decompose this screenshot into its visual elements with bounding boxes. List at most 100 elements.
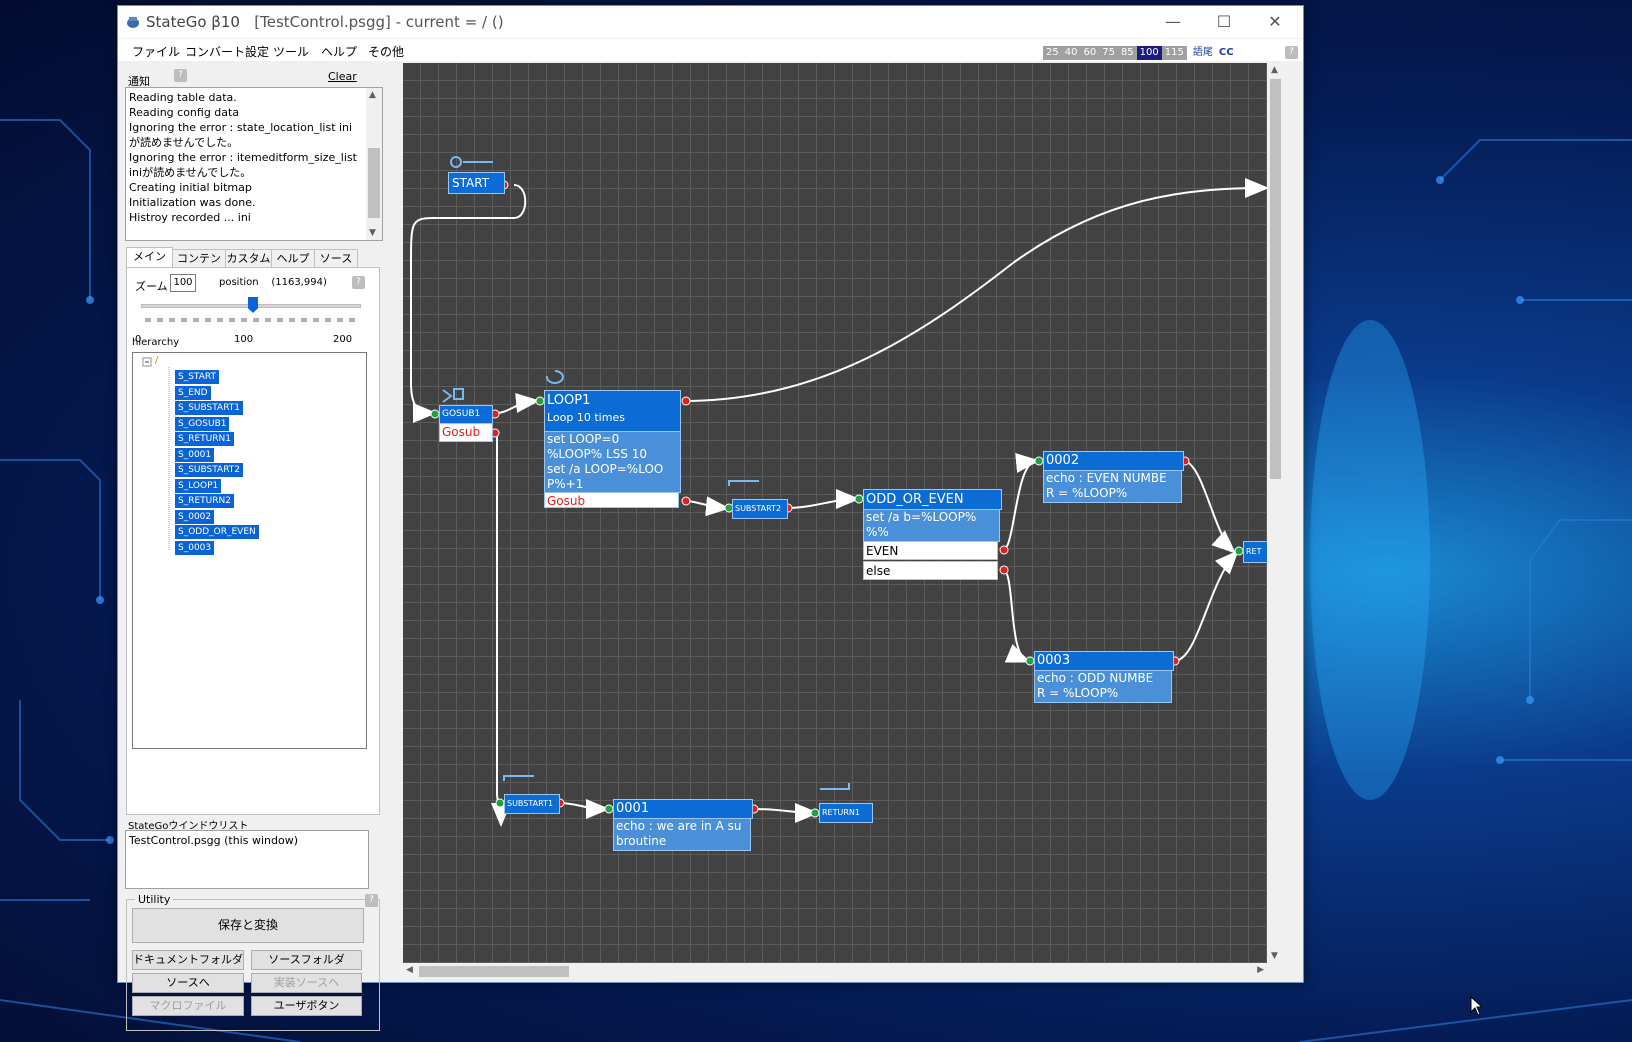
node-gosub1[interactable]: GOSUB1 [439,405,493,424]
zoom-preset-115[interactable]: 115 [1161,46,1187,60]
tree-item[interactable]: S_GOSUB1 [175,416,230,431]
menu-file[interactable]: ファイル [132,43,180,60]
node-odd-or-even[interactable]: ODD_OR_EVEN [863,489,1002,510]
canvas-scroll-up-icon[interactable]: ▲ [1271,65,1278,75]
canvas-scroll-down-icon[interactable]: ▼ [1271,951,1278,961]
canvas-scroll-right-icon[interactable]: ▶ [1257,965,1264,975]
port-0002-in[interactable] [1034,456,1044,466]
zoom-preset-40[interactable]: 40 [1061,46,1081,60]
node-substart1[interactable]: SUBSTART1 [504,794,560,814]
tab-help[interactable]: ヘルプ [271,249,315,268]
zoom-help-icon[interactable]: ? [352,276,365,289]
tab-contents[interactable]: コンテンツ [172,249,226,283]
node-odd-or-even-even[interactable]: EVEN [863,541,998,560]
port-return2-in[interactable] [1234,546,1244,556]
port-else-out[interactable] [999,565,1009,575]
help-icon[interactable]: ? [1285,46,1298,59]
main-window: StateGo β10 [TestControl.psgg] - current… [117,5,1304,1031]
tree-item[interactable]: S_START [175,370,219,384]
zoom-preset-60[interactable]: 60 [1080,46,1100,60]
menu-help[interactable]: ヘルプ [321,43,357,60]
canvas-hscroll-thumb[interactable] [419,966,569,977]
tab-custom[interactable]: カスタム [225,249,272,268]
tree-item[interactable]: S_RETURN2 [175,494,234,508]
slider-thumb[interactable] [248,297,258,313]
node-0001[interactable]: 0001 [613,799,753,819]
tree-item[interactable]: S_END [175,385,211,400]
scroll-down-icon[interactable]: ▼ [369,228,376,238]
zoom-preset-25[interactable]: 25 [1043,46,1062,60]
port-loop1-out[interactable] [681,396,691,406]
node-0002[interactable]: 0002 [1043,451,1184,471]
tree-item[interactable]: S_RETURN1 [175,432,234,446]
notice-help-icon[interactable]: ? [174,69,187,82]
menu-tools[interactable]: ツール [273,43,309,60]
macro-file-button[interactable]: マクロファイル [132,996,244,1016]
tree-item[interactable]: S_0003 [175,540,215,555]
menu-other[interactable]: その他 [368,43,404,60]
tree-root[interactable]: / [155,355,158,366]
node-loop1-branch[interactable]: Gosub [544,492,679,508]
document-folder-button[interactable]: ドキュメントフォルダ [132,950,244,970]
notice-log[interactable]: Reading table data. Reading config data … [125,87,383,241]
port-loop1-branch[interactable] [681,496,691,506]
port-return1-in[interactable] [810,808,820,818]
tree-item[interactable]: S_LOOP1 [175,478,222,493]
cc-toggle[interactable]: CC [1219,46,1234,60]
utility-label: Utility [135,893,174,906]
port-even-out[interactable] [999,545,1009,555]
port-substart1-in[interactable] [495,798,505,808]
canvas-vertical-scrollbar[interactable]: ▲ ▼ [1267,63,1284,963]
node-0003[interactable]: 0003 [1034,651,1174,671]
save-convert-button[interactable]: 保存と変換 [132,908,364,943]
zoom-input[interactable]: 100 [170,274,196,292]
return1-icon [820,783,850,790]
title-bar[interactable]: StateGo β10 [TestControl.psgg] - current… [118,6,1303,38]
zoom-preset-85[interactable]: 85 [1117,46,1137,60]
notice-scroll-thumb[interactable] [368,148,380,218]
zoom-preset-100[interactable]: 100 [1136,46,1162,60]
menu-convert-settings[interactable]: コンバート設定 [185,43,269,60]
port-gosub1-in[interactable] [430,409,440,419]
node-substart2[interactable]: SUBSTART2 [732,499,788,519]
user-button[interactable]: ユーザボタン [251,996,362,1016]
tree-item[interactable]: S_SUBSTART2 [175,463,244,477]
tree-item[interactable]: S_0001 [175,447,215,462]
canvas-scroll-left-icon[interactable]: ◀ [406,965,413,975]
port-oddeven-in[interactable] [854,494,864,504]
to-source-button[interactable]: ソースへ [132,973,244,993]
port-0003-in[interactable] [1025,656,1035,666]
state-canvas[interactable]: START GOSUB1 Gosub LOOP1 Loop 10 times s… [403,63,1267,963]
port-0001-in[interactable] [604,804,614,814]
close-button[interactable]: ✕ [1252,6,1298,38]
tree-item[interactable]: S_0002 [175,509,215,524]
zoom-slider[interactable] [141,296,361,332]
maximize-button[interactable]: ☐ [1201,6,1247,38]
node-return1[interactable]: RETURN1 [819,803,873,823]
hierarchy-tree[interactable]: / S_START S_END S_SUBSTART1 S_GOSUB1 S_RETUR… [132,352,367,749]
substart2-icon [728,480,759,486]
node-gosub1-branch[interactable]: Gosub [439,423,493,442]
notice-clear-link[interactable]: Clear [328,70,357,83]
tree-item[interactable]: S_SUBSTART1 [175,401,244,415]
tab-main[interactable]: メイン [126,247,173,269]
node-loop1[interactable]: LOOP1 Loop 10 times [544,390,681,432]
zoom-preset-75[interactable]: 75 [1099,46,1118,60]
window-list[interactable]: TestControl.psgg (this window) [125,830,369,889]
node-start[interactable]: START [448,172,505,194]
canvas-horizontal-scrollbar[interactable]: ◀ ▶ [403,963,1267,980]
tab-source[interactable]: ソース [314,249,358,268]
impl-source-button[interactable]: 実装ソースへ [251,973,362,993]
node-odd-or-even-else[interactable]: else [863,561,998,580]
gobi-toggle[interactable]: 語尾 [1193,46,1213,60]
port-loop1-in[interactable] [535,396,545,406]
canvas-vscroll-thumb[interactable] [1270,79,1281,479]
notice-scrollbar[interactable]: ▲ ▼ [366,88,382,240]
utility-help-icon[interactable]: ? [365,894,378,907]
scroll-up-icon[interactable]: ▲ [369,90,376,100]
source-folder-button[interactable]: ソースフォルダ [251,950,362,970]
tree-item[interactable]: S_ODD_OR_EVEN [175,525,259,539]
node-return2[interactable]: RET [1243,541,1267,563]
window-list-item[interactable]: TestControl.psgg (this window) [129,834,298,847]
minimize-button[interactable]: — [1150,6,1196,38]
